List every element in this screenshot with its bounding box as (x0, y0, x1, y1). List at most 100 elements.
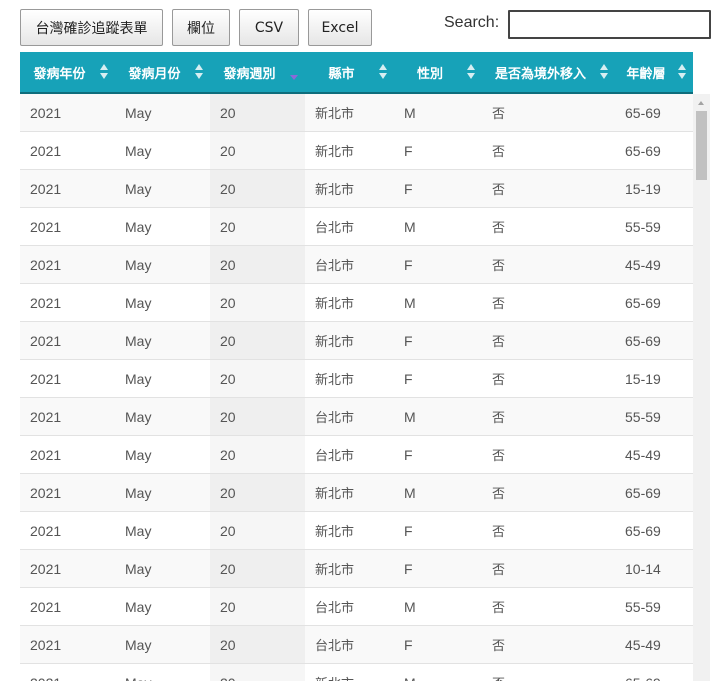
csv-export-button[interactable]: CSV (239, 9, 299, 46)
cell-month: May (125, 332, 152, 349)
cell-gender: M (404, 104, 416, 121)
table-row[interactable]: 2021 May 20 台北市 F 否 45-49 (20, 246, 693, 284)
cell-city: 新北市 (315, 487, 355, 502)
sort-icon (678, 64, 687, 80)
cell-month: May (125, 218, 152, 235)
cell-week: 20 (210, 664, 305, 681)
cell-year: 2021 (30, 332, 62, 349)
cell-age-group: 65-69 (625, 294, 661, 311)
form-button[interactable]: 台灣確診追蹤表單 (20, 9, 163, 46)
search-input[interactable] (508, 9, 712, 39)
cell-year: 2021 (30, 598, 62, 615)
cell-imported: 否 (492, 183, 506, 198)
cell-gender: M (404, 484, 416, 501)
table-row[interactable]: 2021 May 20 新北市 F 否 15-19 (20, 170, 693, 208)
cell-age-group: 55-59 (625, 218, 661, 235)
cell-week: 20 (210, 170, 305, 207)
column-header-gender[interactable]: 性別 (394, 52, 482, 92)
vertical-scrollbar[interactable] (693, 94, 710, 681)
cell-city: 新北市 (315, 373, 355, 388)
cell-age-group: 65-69 (625, 332, 661, 349)
table-row[interactable]: 2021May20新北市M否65-69 (20, 474, 693, 512)
cell-month: May (125, 408, 152, 425)
cell-gender: F (404, 370, 413, 387)
scroll-thumb[interactable] (696, 111, 707, 180)
cell-city: 台北市 (315, 639, 355, 654)
cell-imported: 否 (492, 487, 506, 502)
table-row[interactable]: 2021 May 20 新北市 F 否 65-69 (20, 132, 693, 170)
table-row[interactable]: 2021 May 20 台北市 M 否 55-59 (20, 208, 693, 246)
column-header-label: 發病月份 (128, 66, 181, 82)
column-header-imported[interactable]: 是否為境外移入 (482, 52, 615, 92)
columns-button[interactable]: 欄位 (172, 9, 230, 46)
cell-imported: 否 (492, 373, 506, 388)
table-row[interactable]: 2021May20新北市M否65-69 (20, 94, 693, 132)
cell-gender: M (404, 218, 416, 235)
column-header-year[interactable]: 發病年份 (20, 52, 115, 92)
cell-week: 20 (210, 246, 305, 283)
table-row[interactable]: 2021 May 20 台北市 F 否 45-49 (20, 436, 693, 474)
cell-city: 台北市 (315, 221, 355, 236)
cell-week: 20 (210, 588, 305, 625)
sort-icon (379, 64, 388, 80)
table-row[interactable]: 2021May20新北市M否65-69 (20, 664, 693, 681)
cell-age-group: 15-19 (625, 370, 661, 387)
cell-imported: 否 (492, 563, 506, 578)
column-header-city[interactable]: 縣市 (305, 52, 394, 92)
cell-year: 2021 (30, 408, 62, 425)
column-header-age-group[interactable]: 年齡層 (615, 52, 693, 92)
cell-month: May (125, 104, 152, 121)
cell-gender: F (404, 636, 413, 653)
column-header-week[interactable]: 發病週別 (210, 52, 305, 92)
cell-age-group: 45-49 (625, 256, 661, 273)
cell-city: 台北市 (315, 259, 355, 274)
cell-week: 20 (210, 550, 305, 587)
cell-gender: F (404, 332, 413, 349)
table-row[interactable]: 2021 May 20 台北市 F 否 45-49 (20, 626, 693, 664)
table-row[interactable]: 2021 May 20 台北市 M 否 55-59 (20, 398, 693, 436)
scroll-up-arrow-icon[interactable] (698, 101, 704, 105)
cell-month: May (125, 256, 152, 273)
cell-year: 2021 (30, 218, 62, 235)
cell-gender: F (404, 560, 413, 577)
cell-age-group: 65-69 (615, 664, 693, 681)
sort-icon (467, 64, 476, 80)
cell-age-group: 45-49 (625, 446, 661, 463)
cell-month: May (125, 294, 152, 311)
cell-city: 台北市 (315, 601, 355, 616)
cell-year: 2021 (30, 256, 62, 273)
excel-export-button[interactable]: Excel (308, 9, 372, 46)
table-row[interactable]: 2021 May 20 台北市 M 否 55-59 (20, 588, 693, 626)
table-row[interactable]: 2021 May 20 新北市 F 否 65-69 (20, 512, 693, 550)
column-header-month[interactable]: 發病月份 (115, 52, 210, 92)
cell-year: 2021 (20, 664, 115, 681)
cell-city: 新北市 (315, 525, 355, 540)
search-box: Search: (444, 9, 712, 39)
table-row[interactable]: 2021May20新北市M否65-69 (20, 284, 693, 322)
cell-age-group: 10-14 (625, 560, 661, 577)
cell-city: 新北市 (315, 107, 355, 122)
cell-year: 2021 (30, 142, 62, 159)
table-row[interactable]: 2021 May 20 新北市 F 否 15-19 (20, 360, 693, 398)
table-row[interactable]: 2021 May 20 新北市 F 否 65-69 (20, 322, 693, 360)
cell-imported: 否 (492, 335, 506, 350)
column-header-label: 縣市 (328, 66, 355, 82)
cell-month: May (125, 560, 152, 577)
cell-week: 20 (210, 94, 305, 131)
cell-week: 20 (210, 398, 305, 435)
cell-age-group: 65-69 (625, 484, 661, 501)
cell-month: May (125, 636, 152, 653)
cell-year: 2021 (30, 560, 62, 577)
cell-month: May (125, 446, 152, 463)
cell-age-group: 55-59 (625, 408, 661, 425)
cell-month: May (115, 664, 210, 681)
cell-city: 新北市 (315, 183, 355, 198)
cell-month: May (125, 142, 152, 159)
data-table: 發病年份 發病月份 發病週別 縣市 性別 是否為境外移入 年齡層 2021 May 20 新北市 M… (20, 52, 693, 681)
cell-week: 20 (210, 626, 305, 663)
cell-gender: F (404, 180, 413, 197)
cell-age-group: 45-49 (625, 636, 661, 653)
cell-gender: M (404, 294, 416, 311)
table-row[interactable]: 2021 May 20 新北市 F 否 10-14 (20, 550, 693, 588)
table-body: 2021 May 20 新北市 M 否 65-69 2021 May 20 新北市 F 否 65-69 20… (20, 94, 693, 681)
